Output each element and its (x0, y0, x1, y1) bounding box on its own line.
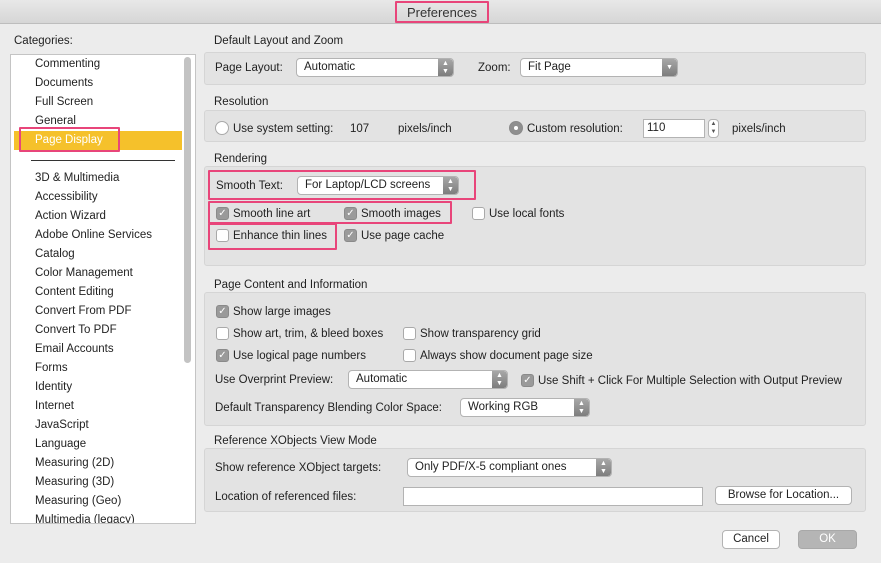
sidebar-item-action-wizard[interactable]: Action Wizard (35, 207, 106, 226)
sidebar-item-catalog[interactable]: Catalog (35, 245, 75, 264)
xobject-targets-value: Only PDF/X-5 compliant ones (415, 461, 567, 473)
sidebar-item-javascript[interactable]: JavaScript (35, 416, 89, 435)
use-page-cache-checkbox[interactable]: ✓ (344, 229, 357, 242)
use-local-fonts-checkbox[interactable] (472, 207, 485, 220)
custom-resolution-stepper[interactable]: ▲ ▼ (708, 119, 719, 138)
sidebar-item-convert-from-pdf[interactable]: Convert From PDF (35, 302, 132, 321)
sidebar-item-measuring-2d[interactable]: Measuring (2D) (35, 454, 114, 473)
referenced-files-location-label: Location of referenced files: (215, 491, 357, 503)
use-page-cache-label: Use page cache (361, 230, 445, 242)
sidebar-item-accessibility[interactable]: Accessibility (35, 188, 98, 207)
sidebar-item-language[interactable]: Language (35, 435, 86, 454)
updown-chevron-icon: ▲ ▼ (574, 399, 589, 416)
custom-resolution-unit: pixels/inch (732, 123, 786, 135)
smooth-text-highlight-box (208, 170, 476, 200)
page-layout-label: Page Layout: (215, 62, 283, 74)
section-title-xobjects: Reference XObjects View Mode (214, 435, 377, 447)
ok-button[interactable]: OK (798, 530, 857, 549)
section-title-rendering: Rendering (214, 153, 268, 165)
use-logical-page-numbers-checkbox[interactable]: ✓ (216, 349, 229, 362)
use-system-setting-label: Use system setting: (233, 123, 334, 135)
always-show-doc-size-label: Always show document page size (420, 350, 593, 362)
show-large-images-label: Show large images (233, 306, 331, 318)
sidebar-item-internet[interactable]: Internet (35, 397, 74, 416)
show-transparency-grid-checkbox[interactable] (403, 327, 416, 340)
updown-chevron-icon: ▲ ▼ (438, 59, 453, 76)
use-system-setting-radio[interactable] (215, 121, 229, 135)
section-title-resolution: Resolution (214, 96, 269, 108)
zoom-value: Fit Page (528, 61, 571, 73)
xobject-targets-select[interactable]: Only PDF/X-5 compliant ones ▲ ▼ (407, 458, 612, 477)
sidebar-item-measuring-geo[interactable]: Measuring (Geo) (35, 492, 121, 511)
sidebar-item-documents[interactable]: Documents (35, 74, 93, 93)
blending-color-space-value: Working RGB (468, 401, 539, 413)
show-art-trim-label: Show art, trim, & bleed boxes (233, 328, 384, 340)
xobject-targets-label: Show reference XObject targets: (215, 462, 382, 474)
sidebar-item-commenting[interactable]: Commenting (35, 55, 100, 74)
cancel-button[interactable]: Cancel (722, 530, 780, 549)
browse-for-location-button[interactable]: Browse for Location... (715, 486, 852, 505)
section-title-page-content: Page Content and Information (214, 279, 368, 291)
sidebar-scrollbar[interactable] (184, 57, 191, 363)
sidebar-item-convert-to-pdf[interactable]: Convert To PDF (35, 321, 117, 340)
sidebar-item-3d-multimedia[interactable]: 3D & Multimedia (35, 169, 119, 188)
shift-click-checkbox[interactable]: ✓ (521, 374, 534, 387)
sidebar-item-email-accounts[interactable]: Email Accounts (35, 340, 114, 359)
system-resolution-value: 107 (350, 123, 370, 135)
updown-chevron-icon: ▲ ▼ (596, 459, 611, 476)
use-logical-page-numbers-label: Use logical page numbers (233, 350, 366, 362)
categories-label: Categories: (14, 35, 73, 47)
enhance-thin-lines-highlight-box (208, 223, 337, 250)
sidebar-divider (31, 160, 175, 161)
zoom-label: Zoom: (478, 62, 511, 74)
show-transparency-grid-label: Show transparency grid (420, 328, 541, 340)
sidebar-item-color-management[interactable]: Color Management (35, 264, 133, 283)
blending-color-space-label: Default Transparency Blending Color Spac… (215, 402, 442, 414)
show-art-trim-checkbox[interactable] (216, 327, 229, 340)
section-title-layout-zoom: Default Layout and Zoom (214, 35, 344, 47)
use-local-fonts-label: Use local fonts (489, 208, 565, 220)
sidebar-item-measuring-3d[interactable]: Measuring (3D) (35, 473, 114, 492)
sidebar-item-content-editing[interactable]: Content Editing (35, 283, 114, 302)
sidebar-item-forms[interactable]: Forms (35, 359, 68, 378)
custom-resolution-label: Custom resolution: (527, 123, 623, 135)
sidebar-item-adobe-online-services[interactable]: Adobe Online Services (35, 226, 152, 245)
shift-click-label: Use Shift + Click For Multiple Selection… (538, 375, 842, 387)
overprint-preview-value: Automatic (356, 373, 408, 385)
sidebar-item-identity[interactable]: Identity (35, 378, 72, 397)
categories-list[interactable]: Commenting Documents Full Screen General… (10, 54, 196, 524)
custom-resolution-radio[interactable] (509, 121, 523, 135)
zoom-select[interactable]: Fit Page ▼ (520, 58, 678, 77)
always-show-doc-size-checkbox[interactable] (403, 349, 416, 362)
sidebar-item-full-screen[interactable]: Full Screen (35, 93, 93, 112)
page-layout-value: Automatic (304, 61, 356, 73)
overprint-preview-select[interactable]: Automatic ▲ ▼ (348, 370, 508, 389)
window-title: Preferences (395, 1, 489, 23)
blending-color-space-select[interactable]: Working RGB ▲ ▼ (460, 398, 590, 417)
page-display-highlight-box (19, 127, 120, 152)
smoothing-highlight-box (208, 201, 452, 224)
system-resolution-unit: pixels/inch (398, 123, 452, 135)
updown-chevron-icon: ▲ ▼ (492, 371, 507, 388)
sidebar-item-multimedia-legacy[interactable]: Multimedia (legacy) (35, 511, 135, 523)
referenced-files-location-input[interactable] (403, 487, 703, 506)
page-layout-select[interactable]: Automatic ▲ ▼ (296, 58, 454, 77)
chevron-down-icon: ▼ (662, 59, 677, 76)
overprint-preview-label: Use Overprint Preview: (215, 374, 334, 386)
custom-resolution-input[interactable]: 110 (643, 119, 705, 138)
show-large-images-checkbox[interactable]: ✓ (216, 305, 229, 318)
